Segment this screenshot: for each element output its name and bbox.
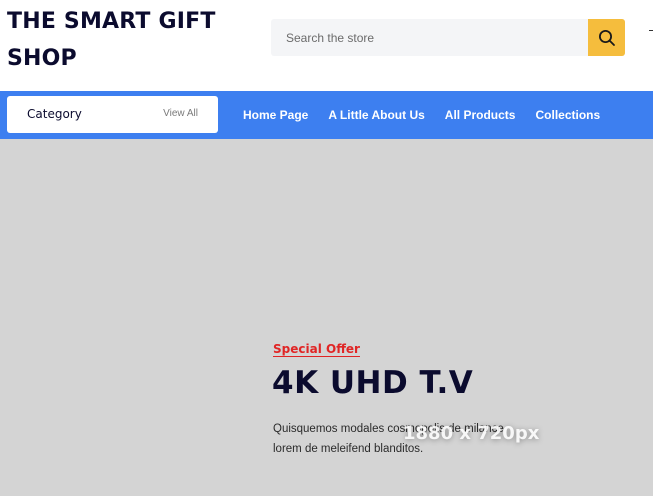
search-bar [271,19,625,56]
search-button[interactable] [588,19,625,56]
search-icon [598,29,615,46]
header-edge-mark [649,30,653,31]
nav-link-home[interactable]: Home Page [243,108,308,122]
nav-link-all-products[interactable]: All Products [445,108,516,122]
store-logo[interactable]: THE SMART GIFT SHOP [7,3,247,77]
nav-link-about[interactable]: A Little About Us [328,108,424,122]
view-all-link[interactable]: View All [163,108,198,119]
category-label: Category [27,107,82,121]
special-offer-label: Special Offer [273,342,360,356]
nav-menu: Home Page A Little About Us All Products… [243,91,620,139]
site-header: THE SMART GIFT SHOP [0,0,653,91]
hero-bottom-divider [0,496,653,500]
category-dropdown[interactable]: Category View All [7,96,218,133]
hero-title: 4K UHD T.V [272,365,474,401]
search-input[interactable] [271,19,588,56]
nav-link-collections[interactable]: Collections [535,108,600,122]
image-size-placeholder: 1880 x 720px [403,423,540,444]
